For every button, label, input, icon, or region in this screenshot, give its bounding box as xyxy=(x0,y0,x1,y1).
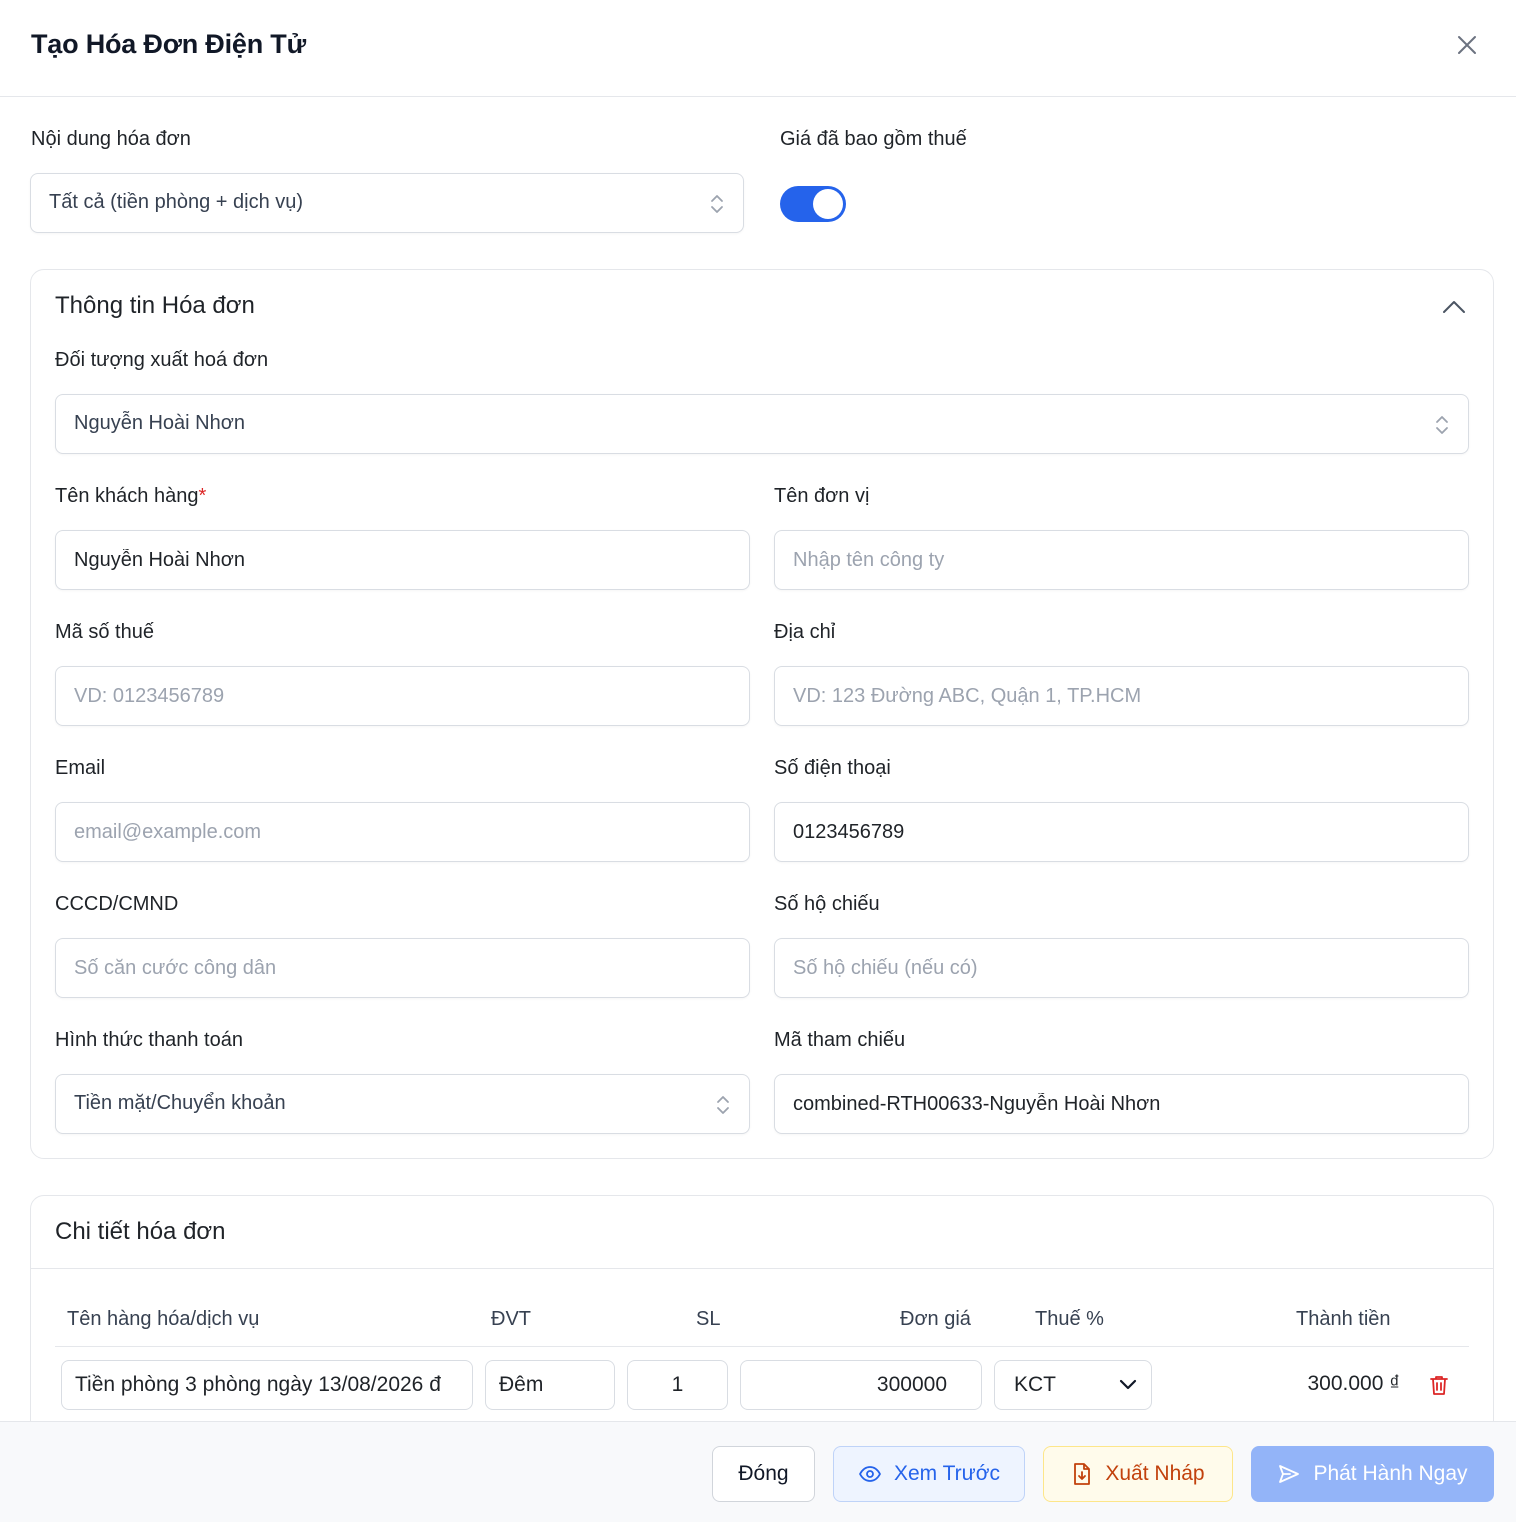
tax-code-input[interactable] xyxy=(55,666,750,726)
reference-label: Mã tham chiếu xyxy=(774,1029,906,1051)
chevron-updown-icon xyxy=(711,195,723,213)
payment-select-value: Tiền mặt/Chuyển khoản xyxy=(74,1092,286,1114)
phone-input[interactable] xyxy=(774,802,1469,862)
item-price-input[interactable]: 300000 xyxy=(740,1360,982,1410)
chevron-updown-icon xyxy=(717,1096,729,1114)
content-label: Nội dung hóa đơn xyxy=(31,128,191,150)
col-total-header: Thành tiền xyxy=(1296,1308,1391,1330)
table-header-divider xyxy=(55,1346,1469,1347)
chevron-down-icon xyxy=(1119,1379,1137,1390)
close-dialog-button[interactable]: Đóng xyxy=(712,1446,815,1502)
customer-name-input[interactable] xyxy=(55,530,750,590)
eye-icon xyxy=(859,1466,881,1482)
col-tax-header: Thuế % xyxy=(1035,1308,1104,1330)
draft-button[interactable]: Xuất Nháp xyxy=(1043,1446,1233,1502)
tax-code-label: Mã số thuế xyxy=(55,621,154,643)
chevron-updown-icon xyxy=(1436,416,1448,434)
item-total: 300.000 ₫ xyxy=(1307,1372,1400,1395)
company-label: Tên đơn vị xyxy=(774,485,870,507)
customer-name-label-text: Tên khách hàng xyxy=(55,485,199,507)
col-name-header: Tên hàng hóa/dịch vụ xyxy=(67,1308,260,1330)
tax-included-toggle[interactable] xyxy=(780,186,846,222)
payment-label: Hình thức thanh toán xyxy=(55,1029,243,1051)
recipient-select-value: Nguyễn Hoài Nhơn xyxy=(74,412,245,434)
preview-label: Xem Trước xyxy=(893,1462,1000,1485)
customer-name-label: Tên khách hàng* xyxy=(55,485,206,508)
tax-included-label: Giá đã bao gồm thuế xyxy=(780,128,967,150)
preview-button[interactable]: Xem Trước xyxy=(833,1446,1025,1502)
col-unit-header: ĐVT xyxy=(491,1308,531,1330)
dialog-title: Tạo Hóa Đơn Điện Tử xyxy=(31,29,306,59)
content-select-value: Tất cả (tiền phòng + dịch vụ) xyxy=(49,191,304,213)
email-input[interactable] xyxy=(55,802,750,862)
send-icon xyxy=(1279,1465,1300,1483)
dialog-header: Tạo Hóa Đơn Điện Tử xyxy=(0,0,1516,97)
address-input[interactable] xyxy=(774,666,1469,726)
phone-label: Số điện thoại xyxy=(774,757,891,779)
trash-icon[interactable] xyxy=(1427,1373,1451,1397)
close-icon xyxy=(1458,36,1476,54)
divider xyxy=(31,1268,1493,1269)
id-input[interactable] xyxy=(55,938,750,998)
id-label: CCCD/CMND xyxy=(55,893,179,915)
toggle-knob xyxy=(813,189,843,219)
file-download-icon xyxy=(1074,1463,1091,1485)
item-unit-input[interactable]: Đêm xyxy=(485,1360,615,1410)
reference-input[interactable] xyxy=(774,1074,1469,1134)
col-qty-header: SL xyxy=(696,1308,721,1330)
email-label: Email xyxy=(55,757,106,779)
invoice-info-title: Thông tin Hóa đơn xyxy=(55,292,255,319)
payment-select[interactable]: Tiền mặt/Chuyển khoản xyxy=(55,1074,750,1134)
item-qty-input[interactable]: 1 xyxy=(627,1360,728,1410)
item-tax-value: KCT xyxy=(1014,1373,1056,1396)
recipient-label: Đối tượng xuất hoá đơn xyxy=(55,349,269,371)
invoice-details-title: Chi tiết hóa đơn xyxy=(55,1218,226,1245)
content-select[interactable]: Tất cả (tiền phòng + dịch vụ) xyxy=(30,173,744,233)
draft-label: Xuất Nháp xyxy=(1105,1462,1205,1485)
item-name-input[interactable]: Tiền phòng 3 phòng ngày 13/08/2026 đ xyxy=(61,1360,473,1410)
issue-now-button[interactable]: Phát Hành Ngay xyxy=(1251,1446,1494,1502)
passport-input[interactable] xyxy=(774,938,1469,998)
item-tax-select[interactable]: KCT xyxy=(994,1360,1152,1410)
chevron-up-icon[interactable] xyxy=(1440,295,1468,319)
company-input[interactable] xyxy=(774,530,1469,590)
recipient-select[interactable]: Nguyễn Hoài Nhơn xyxy=(55,394,1469,454)
required-mark: * xyxy=(198,485,207,507)
issue-now-label: Phát Hành Ngay xyxy=(1313,1462,1468,1485)
close-button[interactable] xyxy=(1452,30,1482,60)
address-label: Địa chỉ xyxy=(774,621,836,643)
passport-label: Số hộ chiếu xyxy=(774,893,880,915)
close-dialog-label: Đóng xyxy=(738,1462,789,1485)
col-price-header: Đơn giá xyxy=(900,1308,971,1330)
